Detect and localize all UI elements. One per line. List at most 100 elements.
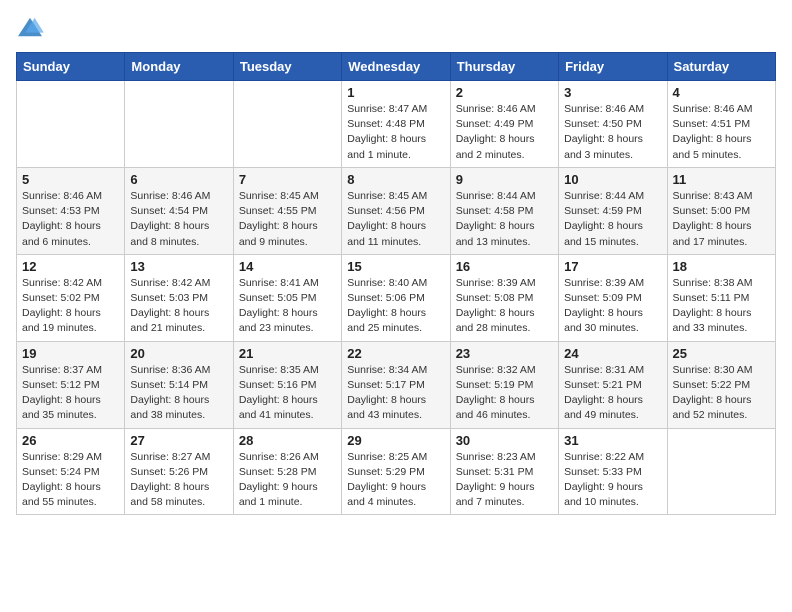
logo <box>16 16 48 40</box>
day-detail: Sunrise: 8:43 AM Sunset: 5:00 PM Dayligh… <box>673 189 770 250</box>
logo-icon <box>16 16 44 40</box>
day-detail: Sunrise: 8:26 AM Sunset: 5:28 PM Dayligh… <box>239 450 336 511</box>
weekday-header-monday: Monday <box>125 53 233 81</box>
weekday-header-tuesday: Tuesday <box>233 53 341 81</box>
day-detail: Sunrise: 8:34 AM Sunset: 5:17 PM Dayligh… <box>347 363 444 424</box>
day-cell <box>233 81 341 168</box>
day-detail: Sunrise: 8:25 AM Sunset: 5:29 PM Dayligh… <box>347 450 444 511</box>
day-cell: 9 Sunrise: 8:44 AM Sunset: 4:58 PM Daylig… <box>450 167 558 254</box>
day-number: 18 <box>673 259 770 274</box>
day-detail: Sunrise: 8:40 AM Sunset: 5:06 PM Dayligh… <box>347 276 444 337</box>
day-cell: 25 Sunrise: 8:30 AM Sunset: 5:22 PM Dayli… <box>667 341 775 428</box>
day-number: 16 <box>456 259 553 274</box>
day-cell: 16 Sunrise: 8:39 AM Sunset: 5:08 PM Dayli… <box>450 254 558 341</box>
day-number: 13 <box>130 259 227 274</box>
day-detail: Sunrise: 8:35 AM Sunset: 5:16 PM Dayligh… <box>239 363 336 424</box>
day-cell: 10Sunrise: 8:44 AM Sunset: 4:59 PM Dayli… <box>559 167 667 254</box>
day-number: 15 <box>347 259 444 274</box>
day-number: 19 <box>22 346 119 361</box>
day-cell: 7 Sunrise: 8:45 AM Sunset: 4:55 PM Daylig… <box>233 167 341 254</box>
day-number: 7 <box>239 172 336 187</box>
day-detail: Sunrise: 8:39 AM Sunset: 5:09 PM Dayligh… <box>564 276 661 337</box>
weekday-header-sunday: Sunday <box>17 53 125 81</box>
weekday-header-wednesday: Wednesday <box>342 53 450 81</box>
day-detail: Sunrise: 8:37 AM Sunset: 5:12 PM Dayligh… <box>22 363 119 424</box>
day-cell: 14 Sunrise: 8:41 AM Sunset: 5:05 PM Dayli… <box>233 254 341 341</box>
day-number: 29 <box>347 433 444 448</box>
week-row-4: 26 Sunrise: 8:29 AM Sunset: 5:24 PM Dayli… <box>17 428 776 515</box>
day-number: 20 <box>130 346 227 361</box>
day-detail: Sunrise: 8:30 AM Sunset: 5:22 PM Dayligh… <box>673 363 770 424</box>
day-cell: 20 Sunrise: 8:36 AM Sunset: 5:14 PM Dayli… <box>125 341 233 428</box>
day-detail: Sunrise: 8:38 AM Sunset: 5:11 PM Dayligh… <box>673 276 770 337</box>
day-number: 1 <box>347 85 444 100</box>
day-cell: 26 Sunrise: 8:29 AM Sunset: 5:24 PM Dayli… <box>17 428 125 515</box>
day-number: 25 <box>673 346 770 361</box>
day-number: 5 <box>22 172 119 187</box>
day-cell: 11 Sunrise: 8:43 AM Sunset: 5:00 PM Dayli… <box>667 167 775 254</box>
weekday-header-thursday: Thursday <box>450 53 558 81</box>
day-detail: Sunrise: 8:23 AM Sunset: 5:31 PM Dayligh… <box>456 450 553 511</box>
day-cell: 21 Sunrise: 8:35 AM Sunset: 5:16 PM Dayli… <box>233 341 341 428</box>
day-detail: Sunrise: 8:39 AM Sunset: 5:08 PM Dayligh… <box>456 276 553 337</box>
day-detail: Sunrise: 8:45 AM Sunset: 4:56 PM Dayligh… <box>347 189 444 250</box>
day-number: 22 <box>347 346 444 361</box>
day-cell <box>125 81 233 168</box>
day-number: 31 <box>564 433 661 448</box>
page-header <box>16 16 776 40</box>
day-number: 9 <box>456 172 553 187</box>
day-detail: Sunrise: 8:44 AM Sunset: 4:59 PM Dayligh… <box>564 189 661 250</box>
day-number: 24 <box>564 346 661 361</box>
day-detail: Sunrise: 8:47 AM Sunset: 4:48 PM Dayligh… <box>347 102 444 163</box>
day-number: 3 <box>564 85 661 100</box>
day-cell: 12 Sunrise: 8:42 AM Sunset: 5:02 PM Dayli… <box>17 254 125 341</box>
day-cell: 29 Sunrise: 8:25 AM Sunset: 5:29 PM Dayli… <box>342 428 450 515</box>
day-cell: 15 Sunrise: 8:40 AM Sunset: 5:06 PM Dayli… <box>342 254 450 341</box>
day-cell: 5Sunrise: 8:46 AM Sunset: 4:53 PM Daylig… <box>17 167 125 254</box>
day-detail: Sunrise: 8:29 AM Sunset: 5:24 PM Dayligh… <box>22 450 119 511</box>
day-cell: 18 Sunrise: 8:38 AM Sunset: 5:11 PM Dayli… <box>667 254 775 341</box>
day-number: 8 <box>347 172 444 187</box>
day-cell: 6 Sunrise: 8:46 AM Sunset: 4:54 PM Daylig… <box>125 167 233 254</box>
weekday-header-friday: Friday <box>559 53 667 81</box>
day-number: 14 <box>239 259 336 274</box>
day-detail: Sunrise: 8:32 AM Sunset: 5:19 PM Dayligh… <box>456 363 553 424</box>
day-cell <box>667 428 775 515</box>
day-number: 6 <box>130 172 227 187</box>
week-row-3: 19 Sunrise: 8:37 AM Sunset: 5:12 PM Dayli… <box>17 341 776 428</box>
day-cell: 2Sunrise: 8:46 AM Sunset: 4:49 PM Daylig… <box>450 81 558 168</box>
day-cell: 8 Sunrise: 8:45 AM Sunset: 4:56 PM Daylig… <box>342 167 450 254</box>
week-row-0: 1 Sunrise: 8:47 AM Sunset: 4:48 PM Daylig… <box>17 81 776 168</box>
weekday-header-saturday: Saturday <box>667 53 775 81</box>
weekday-header-row: SundayMondayTuesdayWednesdayThursdayFrid… <box>17 53 776 81</box>
day-cell: 22 Sunrise: 8:34 AM Sunset: 5:17 PM Dayli… <box>342 341 450 428</box>
day-cell: 3 Sunrise: 8:46 AM Sunset: 4:50 PM Daylig… <box>559 81 667 168</box>
day-detail: Sunrise: 8:31 AM Sunset: 5:21 PM Dayligh… <box>564 363 661 424</box>
day-detail: Sunrise: 8:42 AM Sunset: 5:02 PM Dayligh… <box>22 276 119 337</box>
day-number: 27 <box>130 433 227 448</box>
day-detail: Sunrise: 8:41 AM Sunset: 5:05 PM Dayligh… <box>239 276 336 337</box>
day-number: 12 <box>22 259 119 274</box>
day-number: 21 <box>239 346 336 361</box>
day-number: 4 <box>673 85 770 100</box>
day-cell: 24 Sunrise: 8:31 AM Sunset: 5:21 PM Dayli… <box>559 341 667 428</box>
day-detail: Sunrise: 8:45 AM Sunset: 4:55 PM Dayligh… <box>239 189 336 250</box>
day-cell: 31 Sunrise: 8:22 AM Sunset: 5:33 PM Dayli… <box>559 428 667 515</box>
day-number: 2 <box>456 85 553 100</box>
day-detail: Sunrise: 8:22 AM Sunset: 5:33 PM Dayligh… <box>564 450 661 511</box>
day-number: 11 <box>673 172 770 187</box>
day-cell: 17 Sunrise: 8:39 AM Sunset: 5:09 PM Dayli… <box>559 254 667 341</box>
day-number: 17 <box>564 259 661 274</box>
day-cell: 30Sunrise: 8:23 AM Sunset: 5:31 PM Dayli… <box>450 428 558 515</box>
day-detail: Sunrise: 8:46 AM Sunset: 4:50 PM Dayligh… <box>564 102 661 163</box>
week-row-2: 12 Sunrise: 8:42 AM Sunset: 5:02 PM Dayli… <box>17 254 776 341</box>
day-number: 23 <box>456 346 553 361</box>
day-number: 26 <box>22 433 119 448</box>
day-detail: Sunrise: 8:27 AM Sunset: 5:26 PM Dayligh… <box>130 450 227 511</box>
day-detail: Sunrise: 8:44 AM Sunset: 4:58 PM Dayligh… <box>456 189 553 250</box>
day-cell: 4Sunrise: 8:46 AM Sunset: 4:51 PM Daylig… <box>667 81 775 168</box>
day-detail: Sunrise: 8:42 AM Sunset: 5:03 PM Dayligh… <box>130 276 227 337</box>
day-cell: 28Sunrise: 8:26 AM Sunset: 5:28 PM Dayli… <box>233 428 341 515</box>
day-detail: Sunrise: 8:46 AM Sunset: 4:54 PM Dayligh… <box>130 189 227 250</box>
day-detail: Sunrise: 8:36 AM Sunset: 5:14 PM Dayligh… <box>130 363 227 424</box>
